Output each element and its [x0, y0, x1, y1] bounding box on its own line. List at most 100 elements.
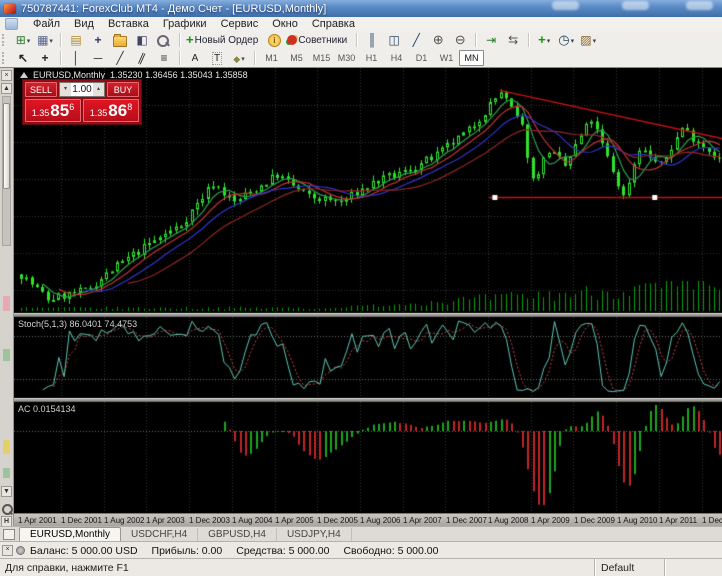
- menu-view[interactable]: Вид: [67, 17, 101, 31]
- system-menu-icon[interactable]: [5, 18, 18, 30]
- trendline-button[interactable]: [110, 49, 130, 67]
- profiles-button[interactable]: [35, 31, 55, 49]
- collapse-triangle-icon[interactable]: [20, 72, 28, 78]
- cursor-tool-button[interactable]: [13, 49, 33, 67]
- scrollbar-thumb[interactable]: [3, 103, 10, 189]
- text-tool-button[interactable]: [185, 49, 205, 67]
- new-order-label: Новый Ордер: [194, 35, 262, 46]
- volume-down-button[interactable]: ▾: [60, 83, 71, 96]
- scroll-down-button[interactable]: ▼: [1, 486, 12, 497]
- indicators-icon: [538, 33, 546, 47]
- timeframe-h1[interactable]: H1: [359, 50, 384, 66]
- strip-close-button[interactable]: ×: [1, 70, 12, 81]
- toolbar-separator: [528, 33, 529, 47]
- stochastic-label: Stoch(5,1,3) 86.0401 74.4753: [18, 319, 137, 329]
- vertical-line-button[interactable]: [66, 49, 86, 67]
- market-watch-button[interactable]: [66, 31, 86, 49]
- bid-price[interactable]: 1.35 85 6: [25, 99, 81, 122]
- menu-file[interactable]: Файл: [26, 17, 67, 31]
- chart-workspace: × ▲ ▼ H EURUSD,Monthly 1.35230 1.36456 1…: [0, 67, 722, 526]
- new-chart-button[interactable]: [13, 31, 33, 49]
- axis-tick: 1 Dec 2009: [574, 516, 615, 525]
- text-icon: [192, 50, 199, 66]
- profile-cell[interactable]: Default: [594, 559, 664, 576]
- strategy-tester-button[interactable]: [154, 31, 174, 49]
- data-window-button[interactable]: [88, 31, 108, 49]
- chart-shift-button[interactable]: [503, 31, 523, 49]
- candle-chart-type-button[interactable]: [384, 31, 404, 49]
- timeframe-d1[interactable]: D1: [409, 50, 434, 66]
- toolbar-separator: [60, 33, 61, 47]
- buy-button[interactable]: BUY: [107, 82, 139, 97]
- tab-eurusd-monthly[interactable]: EURUSD,Monthly: [19, 527, 121, 542]
- time-axis[interactable]: 1 Apr 2001 1 Dec 2001 1 Aug 2002 1 Apr 2…: [14, 513, 722, 527]
- experts-button[interactable]: Советники: [286, 31, 351, 49]
- chart-shift-icon: [508, 33, 518, 47]
- tab-usdchf-h4[interactable]: USDCHF,H4: [121, 528, 198, 542]
- horizontal-line-button[interactable]: [88, 49, 108, 67]
- sell-button[interactable]: SELL: [25, 82, 57, 97]
- timeframe-m15[interactable]: M15: [309, 50, 334, 66]
- timeframe-m5[interactable]: M5: [284, 50, 309, 66]
- templates-icon: [580, 33, 591, 47]
- menu-window[interactable]: Окно: [265, 17, 305, 31]
- menu-help[interactable]: Справка: [305, 17, 362, 31]
- bid-prefix: 1.35: [32, 108, 50, 118]
- axis-tick: 1 Aug 2010: [617, 516, 657, 525]
- strip-search-icon[interactable]: [2, 504, 13, 515]
- maximize-button[interactable]: [622, 1, 649, 10]
- volume-up-button[interactable]: ▴: [93, 83, 104, 96]
- navigator-button[interactable]: [110, 31, 130, 49]
- line-chart-type-button[interactable]: [406, 31, 426, 49]
- chevron-down-icon: [570, 35, 575, 46]
- tab-gbpusd-h4[interactable]: GBPUSD,H4: [198, 528, 277, 542]
- scroll-up-button[interactable]: ▲: [1, 83, 12, 94]
- timeframe-m1[interactable]: M1: [259, 50, 284, 66]
- periods-button[interactable]: [556, 31, 576, 49]
- tester-icon: [157, 35, 169, 47]
- window-titlebar: 750787441: ForexClub MT4 - Демо Счет - […: [0, 0, 722, 17]
- fibonacci-button[interactable]: [154, 49, 174, 67]
- bar-chart-type-button[interactable]: [362, 31, 382, 49]
- arrows-button[interactable]: [229, 49, 249, 67]
- volume-value[interactable]: 1.00: [71, 83, 93, 96]
- zoom-in-button[interactable]: [428, 31, 448, 49]
- axis-tick: 1 Aug 2006: [360, 516, 400, 525]
- timeframe-w1[interactable]: W1: [434, 50, 459, 66]
- new-chart-icon: [16, 33, 26, 47]
- experts-label: Советники: [297, 35, 350, 46]
- info-button[interactable]: [264, 31, 284, 49]
- timeframe-mn[interactable]: MN: [459, 50, 484, 66]
- tab-usdjpy-h4[interactable]: USDJPY,H4: [277, 528, 352, 542]
- minimize-button[interactable]: [552, 1, 579, 10]
- close-button[interactable]: [686, 1, 713, 10]
- templates-button[interactable]: [578, 31, 598, 49]
- channel-button[interactable]: [132, 49, 152, 67]
- account-status-icon: [16, 546, 25, 555]
- market-watch-icon: [70, 33, 81, 47]
- menu-charts[interactable]: Графики: [156, 17, 214, 31]
- status-bar: Для справки, нажмите F1 Default: [0, 558, 722, 576]
- terminal-button[interactable]: [132, 31, 152, 49]
- menu-insert[interactable]: Вставка: [101, 17, 156, 31]
- timeframe-h4[interactable]: H4: [384, 50, 409, 66]
- window-list-icon[interactable]: [3, 529, 15, 540]
- trendline-icon: [116, 51, 123, 65]
- new-order-button[interactable]: Новый Ордер: [185, 31, 262, 49]
- strip-scrollbar[interactable]: [2, 96, 11, 246]
- zoom-out-button[interactable]: [450, 31, 470, 49]
- crosshair-tool-button[interactable]: [35, 49, 55, 67]
- terminal-close-button[interactable]: ×: [2, 545, 13, 556]
- menu-tools[interactable]: Сервис: [214, 17, 266, 31]
- bar-chart-icon: [368, 33, 377, 47]
- toolbar-grip: [2, 34, 9, 46]
- text-label-button[interactable]: [207, 49, 227, 67]
- chart-canvas[interactable]: [14, 68, 722, 513]
- indicators-button[interactable]: [534, 31, 554, 49]
- balance-value: Баланс: 5 000.00 USD: [30, 545, 138, 557]
- auto-scroll-button[interactable]: [481, 31, 501, 49]
- crosshair-icon: [41, 51, 48, 65]
- timeframe-m30[interactable]: M30: [334, 50, 359, 66]
- ask-pip-digit: 8: [127, 102, 132, 112]
- ask-price[interactable]: 1.35 86 8: [83, 99, 139, 122]
